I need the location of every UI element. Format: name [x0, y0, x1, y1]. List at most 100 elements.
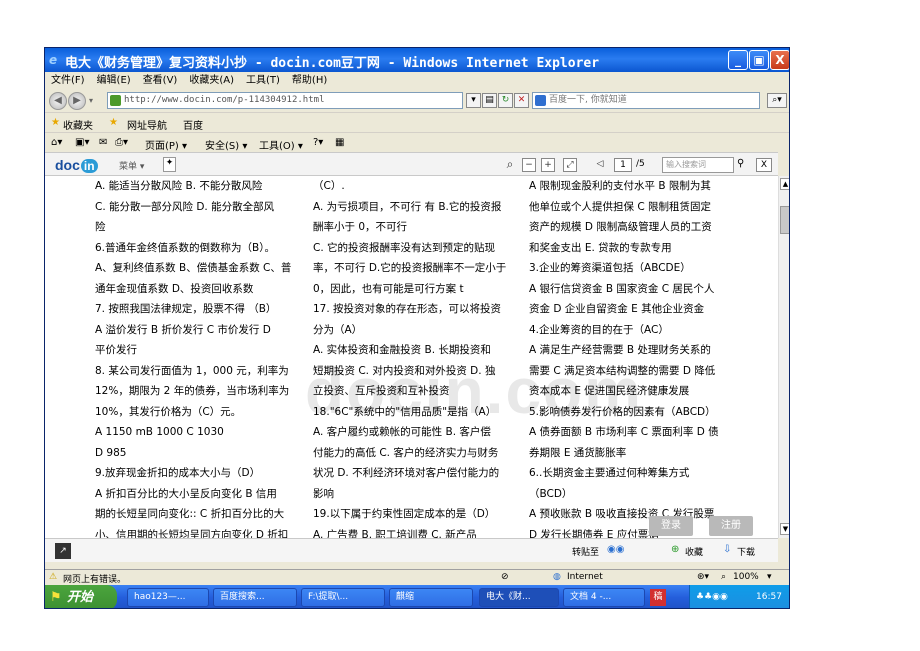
download-button[interactable]: 下载 — [737, 545, 755, 558]
zoom-out-icon[interactable]: − — [522, 158, 536, 172]
search-go-icon[interactable]: ⌕▾ — [767, 93, 787, 108]
baidu-link[interactable]: 百度 — [183, 117, 203, 132]
protected-mode-icon[interactable]: ⊛▾ — [697, 572, 709, 582]
text-line: D 发行长期债券 E 应付票据 — [529, 528, 659, 539]
scroll-thumb[interactable] — [780, 206, 789, 234]
text-line: 5.影响债券发行价格的因素有（ABCD） — [529, 405, 716, 418]
text-line: 券期限 E 通货膨胀率 — [529, 446, 627, 459]
address-bar[interactable]: http://www.docin.com/p-114304912.html — [107, 92, 463, 109]
text-line: 8. 某公司发行面值为 1，000 元，利率为 — [95, 364, 289, 377]
menu-file[interactable]: 文件(F) — [51, 72, 85, 90]
zoom-icon: ⌕ — [721, 572, 727, 582]
text-column-2: （C）. A. 为亏损项目，不可行 有 B.它的投资报 酬率小于 0，不可行 C. 它… — [313, 176, 518, 538]
text-line: 和奖金支出 E. 贷款的专款专用 — [529, 241, 672, 254]
close-button[interactable]: X — [770, 50, 789, 70]
mail-icon[interactable]: ✉ — [99, 137, 107, 148]
window-title: 电大《财务管理》复习资料小抄 - docin.com豆丁网 - Windows … — [65, 56, 600, 71]
forward-icon[interactable]: ▶ — [68, 92, 86, 110]
start-button[interactable]: ⚑ 开始 — [45, 585, 117, 608]
text-line: A 满足生产经营需要 B 处理财务关系的 — [529, 344, 711, 356]
pin-icon[interactable]: ✦ — [163, 157, 176, 172]
task-hao123[interactable]: hao123—... — [127, 588, 209, 607]
task-document[interactable]: 文档 4 -... — [563, 588, 645, 607]
prev-page-icon[interactable]: ◁ — [593, 158, 607, 172]
back-icon[interactable]: ◀ — [49, 92, 67, 110]
taskbar: ⚑ 开始 hao123—... 百度搜索... F:\提取\... 麒缩 电大《… — [45, 585, 789, 608]
text-line: 率，不可行 D.它的投资报酬率不一定小于 — [313, 262, 507, 274]
document-scrollbar[interactable]: ▲ ▼ — [778, 176, 789, 538]
task-baidu[interactable]: 百度搜索... — [213, 588, 297, 607]
text-line: 7. 按照我国法律规定，股票不得 （B） — [95, 303, 277, 315]
scroll-up-icon[interactable]: ▲ — [780, 178, 789, 190]
text-line: A 预收账款 B 吸收直接投资 C 发行股票 — [529, 508, 715, 520]
task-ie-active[interactable]: 电大《财... — [479, 588, 559, 607]
safety-menu[interactable]: 安全(S) ▾ — [205, 137, 247, 152]
zoom-level[interactable]: 100% — [733, 572, 759, 582]
title-bar[interactable]: e 电大《财务管理》复习资料小抄 - docin.com豆丁网 - Window… — [45, 48, 789, 72]
text-line: （C）. — [313, 180, 345, 192]
menu-view[interactable]: 查看(V) — [143, 72, 178, 90]
page-number-input[interactable]: 1 — [614, 158, 632, 172]
text-line: 4.企业筹资的目的在于（AC） — [529, 323, 669, 336]
expand-icon[interactable]: ↗ — [55, 543, 71, 559]
text-line: A 债券面额 B 市场利率 C 票面利率 D 债 — [529, 426, 719, 438]
magnifier-icon[interactable]: ⌕ — [503, 158, 517, 172]
stop-icon[interactable]: ✕ — [514, 93, 529, 108]
text-line: 9.放弃现金折扣的成本大小与（D） — [95, 467, 261, 479]
docin-close-button[interactable]: X — [756, 158, 772, 172]
docin-logo[interactable]: doc in — [55, 157, 98, 173]
menu-tools[interactable]: 工具(T) — [246, 72, 280, 90]
goto-link[interactable]: 转贴至 — [572, 545, 599, 558]
site-nav-link[interactable]: 网址导航 — [127, 117, 167, 132]
compat-view-icon[interactable]: ▤ — [482, 93, 497, 108]
research-icon[interactable]: ▦ — [335, 137, 344, 148]
zoom-in-icon[interactable]: + — [541, 158, 555, 172]
favorites-button[interactable]: 收藏夹 — [63, 117, 93, 132]
address-dropdown-icon[interactable]: ▾ — [466, 93, 481, 108]
binoculars-icon[interactable]: ⚲ — [737, 158, 744, 169]
docin-menu[interactable]: 菜单 ▾ — [119, 159, 144, 172]
favorite-button[interactable]: 收藏 — [685, 545, 703, 558]
register-button[interactable]: 注册 — [709, 516, 753, 536]
tools-menu[interactable]: 工具(O) ▾ — [259, 137, 303, 152]
maximize-button[interactable]: ▣ — [749, 50, 769, 70]
menu-help[interactable]: 帮助(H) — [292, 72, 327, 90]
menu-edit[interactable]: 编辑(E) — [97, 72, 131, 90]
text-line: 小、信用期的长短均呈同方向变化 D 折扣 — [95, 528, 289, 539]
page-menu[interactable]: 页面(P) ▾ — [145, 137, 187, 152]
text-line: C. 能分散一部分风险 D. 能分散全部风 — [95, 200, 275, 213]
add-favorite-icon[interactable]: ★ — [109, 117, 118, 128]
text-line: A. 广告费 B. 职工培训费 C. 新产品 — [313, 528, 477, 539]
doc-search-input[interactable]: 输入搜索词 — [662, 157, 734, 173]
text-line: 资产的规模 D 限制高级管理人员的工资 — [529, 221, 712, 233]
text-column-3: A 限制现金股利的支付水平 B 限制为其 他单位或个人提供担保 C 限制租赁固定资… — [529, 176, 734, 538]
status-message[interactable]: 网页上有错误。 — [63, 572, 126, 585]
scroll-down-icon[interactable]: ▼ — [780, 523, 789, 535]
home-icon[interactable]: ⌂▾ — [51, 137, 62, 148]
share-icon[interactable]: ◉◉ — [607, 544, 624, 555]
windows-logo-icon: ⚑ — [50, 590, 62, 605]
start-label: 开始 — [67, 590, 94, 605]
text-line: 10%，其发行价格为（C）元。 — [95, 405, 242, 418]
app-red-icon[interactable]: 稿 — [650, 589, 666, 606]
favorites-bar: ★ 收藏夹 ★ 网址导航 百度 — [45, 112, 789, 132]
help-icon[interactable]: ?▾ — [313, 137, 323, 148]
fullscreen-icon[interactable]: ⤢ — [563, 158, 577, 172]
minimize-button[interactable]: _ — [728, 50, 748, 70]
print-icon[interactable]: ⎙▾ — [115, 137, 128, 148]
zoom-dropdown-icon[interactable]: ▾ — [767, 572, 772, 582]
menu-favorites[interactable]: 收藏夹(A) — [189, 72, 234, 90]
docin-logo-text: doc — [55, 157, 80, 173]
text-line: 3.企业的筹资渠道包括（ABCDE） — [529, 262, 691, 274]
warning-icon[interactable]: ⚠ — [49, 572, 57, 582]
document-page: docin.com A. 能适当分散风险 B. 不能分散风险 C. 能分散一部分风… — [45, 176, 778, 538]
task-qisuo[interactable]: 麒缩 — [389, 588, 473, 607]
search-placeholder: 百度一下, 你就知道 — [549, 95, 627, 105]
refresh-icon[interactable]: ↻ — [498, 93, 513, 108]
task-folder[interactable]: F:\提取\... — [301, 588, 385, 607]
login-button[interactable]: 登录 — [649, 516, 693, 536]
tray-icons[interactable]: ♣♣◉◉ — [696, 592, 728, 602]
history-dropdown-icon[interactable]: ▾ — [89, 96, 93, 105]
feeds-icon[interactable]: ▣▾ — [75, 137, 89, 148]
search-input[interactable]: 百度一下, 你就知道 — [532, 92, 760, 109]
